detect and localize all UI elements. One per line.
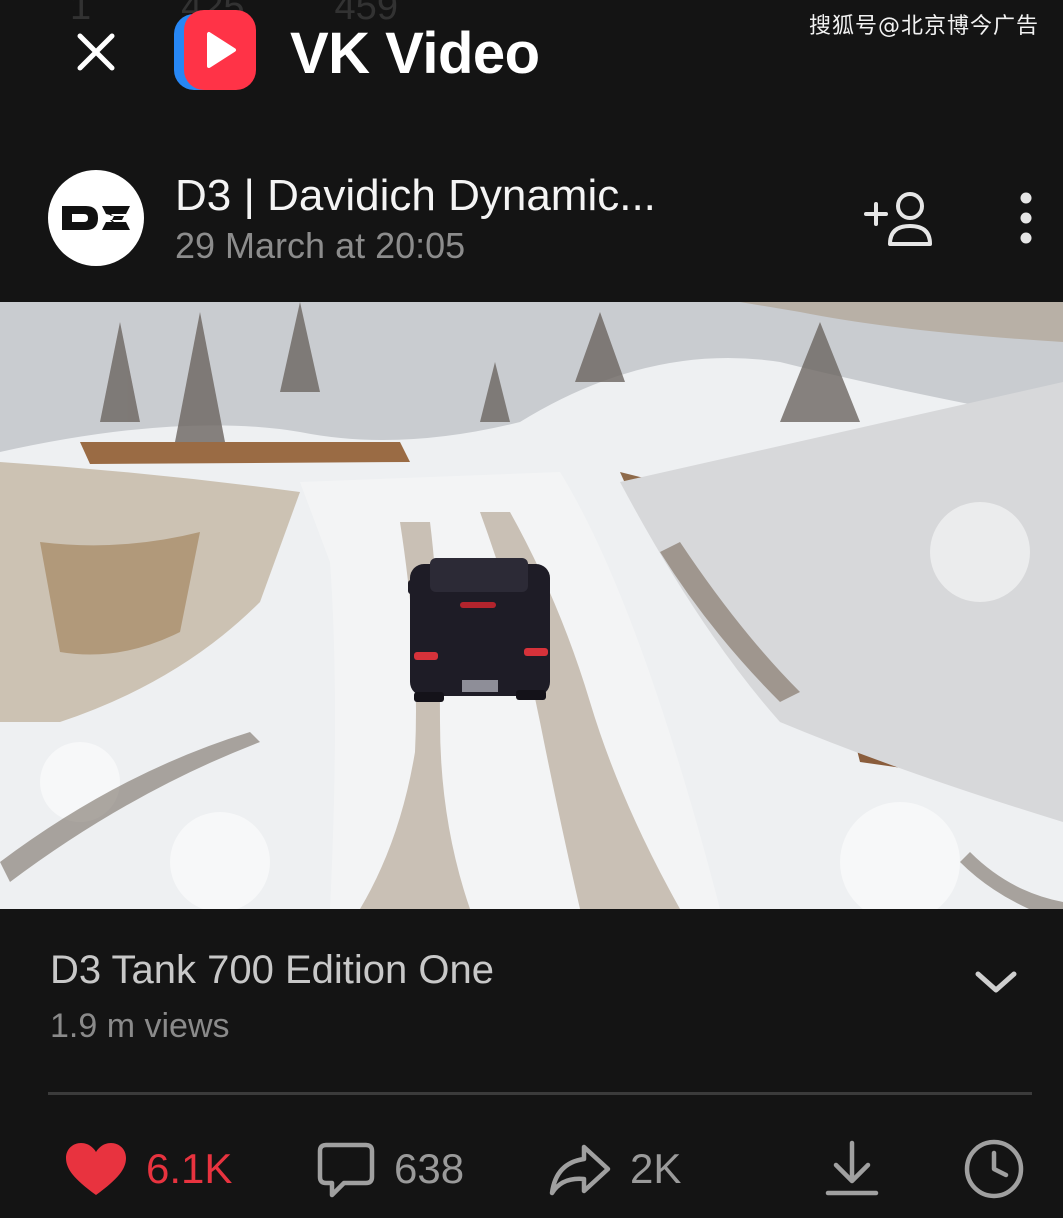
share-button[interactable]: 2K xyxy=(548,1120,681,1218)
channel-row: D3 | Davidich Dynamic... 29 March at 20:… xyxy=(0,165,1063,275)
action-bar: 6.1K 638 2K xyxy=(0,1120,1063,1218)
video-player[interactable] xyxy=(0,302,1063,909)
video-title: D3 Tank 700 Edition One xyxy=(50,948,495,992)
divider xyxy=(48,1092,1032,1095)
view-count: 1.9 m views xyxy=(50,1007,230,1045)
app-title: VK Video xyxy=(290,21,540,86)
post-date: 29 March at 20:05 xyxy=(175,225,466,266)
chevron-down-icon xyxy=(975,971,1017,993)
subscribe-button[interactable] xyxy=(862,190,940,248)
vehicle xyxy=(408,558,550,702)
avatar[interactable] xyxy=(48,170,144,266)
comment-icon xyxy=(317,1142,375,1198)
comment-button[interactable]: 638 xyxy=(316,1120,464,1218)
clock-icon xyxy=(964,1139,1024,1199)
comment-count: 638 xyxy=(394,1145,465,1192)
add-user-icon xyxy=(864,192,932,246)
channel-name[interactable]: D3 | Davidich Dynamic... xyxy=(175,171,656,221)
download-icon xyxy=(825,1140,879,1196)
download-button[interactable] xyxy=(824,1120,880,1218)
heart-icon xyxy=(66,1143,126,1195)
more-button[interactable] xyxy=(1008,190,1044,250)
like-count: 6.1K xyxy=(146,1145,233,1192)
close-button[interactable] xyxy=(72,28,120,76)
video-frame xyxy=(0,302,1063,909)
like-button[interactable]: 6.1K xyxy=(64,1120,232,1218)
close-icon xyxy=(77,33,115,71)
d3-logo-icon xyxy=(62,206,130,230)
share-icon xyxy=(549,1144,611,1196)
more-vertical-icon xyxy=(1020,192,1032,244)
top-bar: VK Video xyxy=(0,0,1063,110)
vk-video-screen: 1 425 459 搜狐号@北京博今广告 VK Video D3 xyxy=(0,0,1063,1218)
share-count: 2K xyxy=(630,1145,682,1192)
vk-video-logo-icon xyxy=(172,8,258,94)
watch-later-button[interactable] xyxy=(962,1120,1026,1218)
expand-description-button[interactable] xyxy=(970,962,1022,1002)
